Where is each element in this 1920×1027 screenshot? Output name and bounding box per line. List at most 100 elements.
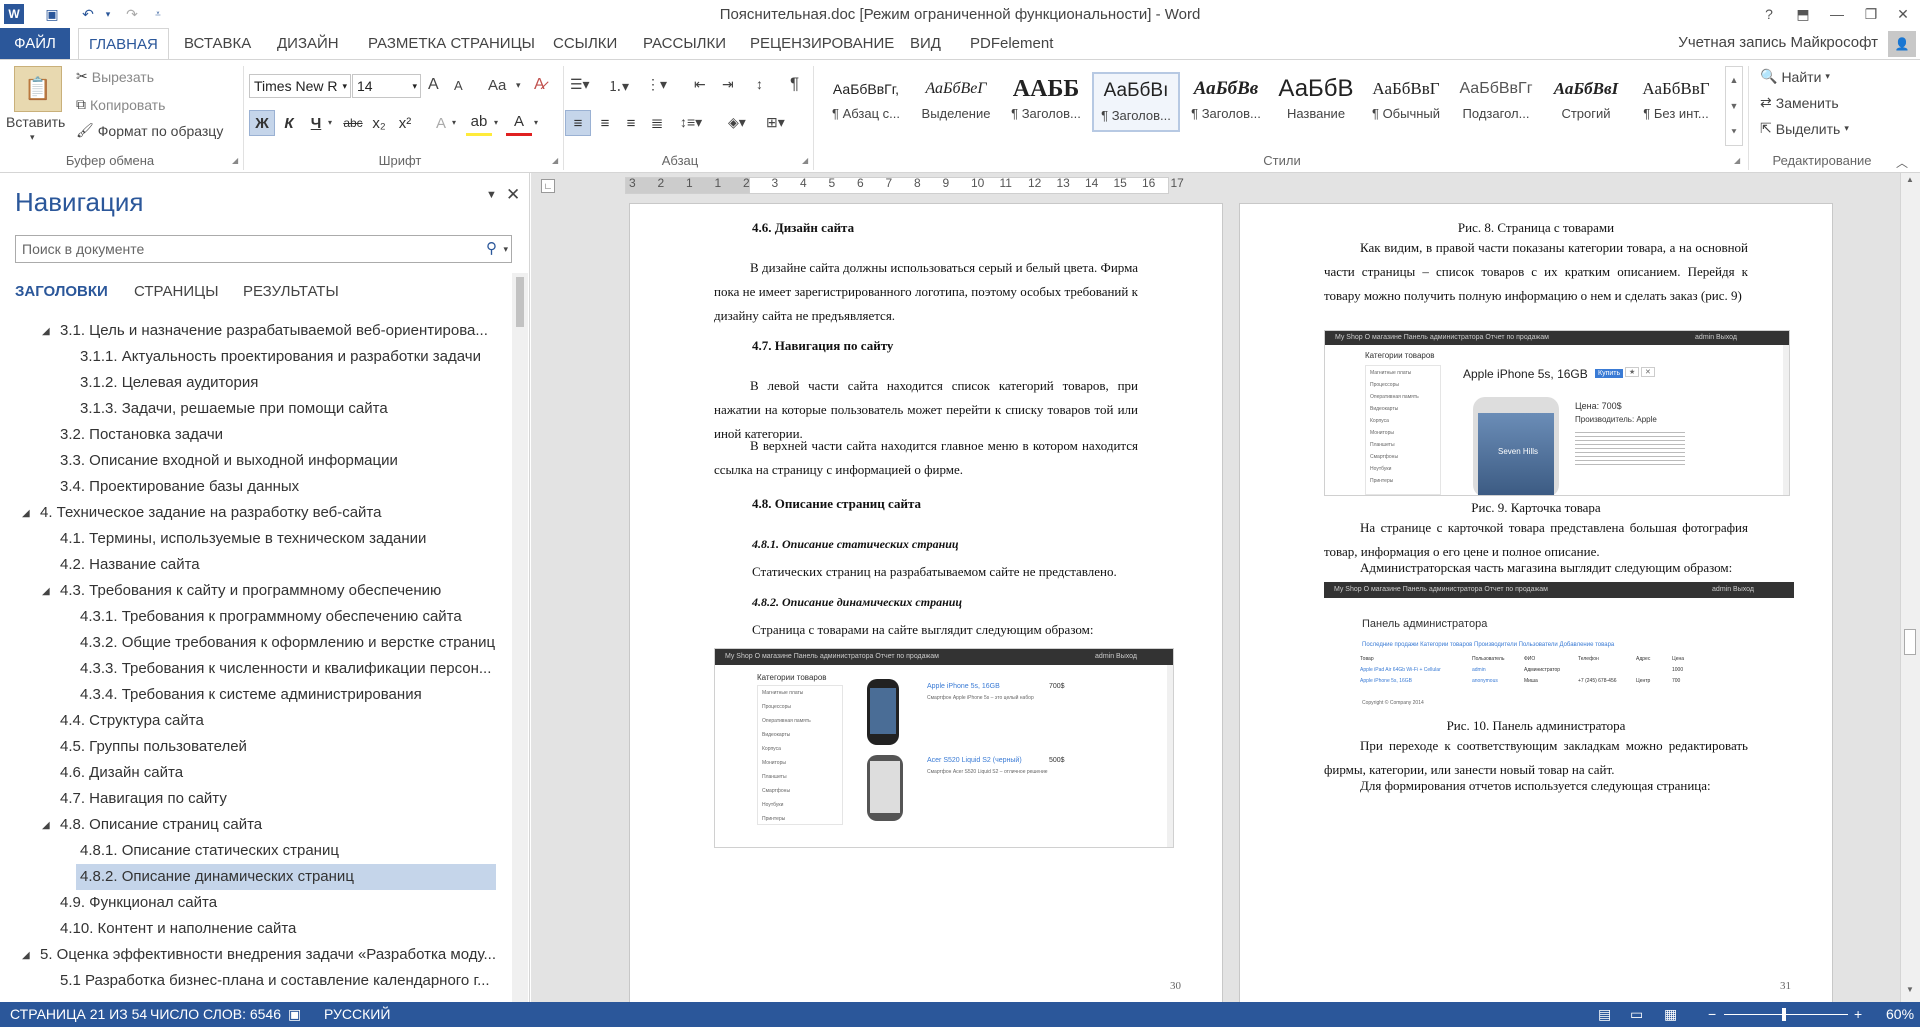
collapse-icon[interactable]: ◢ (42, 820, 50, 831)
replace-button[interactable]: ⇄ Заменить (1760, 94, 1839, 111)
nav-heading-item[interactable]: 5. Оценка эффективности внедрения задачи… (36, 942, 496, 968)
nav-heading-item[interactable]: 3.1. Цель и назначение разрабатываемой в… (56, 318, 496, 344)
font-size-box[interactable]: 14 ▾ (352, 74, 421, 98)
close-icon[interactable]: ✕ (506, 185, 520, 205)
style-9[interactable]: АаБбВвГ ¶ Без инт... (1632, 72, 1720, 132)
style-2[interactable]: ААББ ¶ Заголов... (1002, 72, 1090, 132)
change-case-icon[interactable]: Aa (488, 77, 506, 94)
tab-selector-icon[interactable]: ∟ (541, 179, 555, 193)
paste-icon[interactable]: 📋 (14, 66, 62, 112)
style-5[interactable]: АаБбВ Название (1272, 72, 1360, 132)
tab-pages[interactable]: СТРАНИЦЫ (134, 283, 219, 300)
zoom-out-icon[interactable]: − (1708, 1006, 1716, 1022)
tab-home[interactable]: ГЛАВНАЯ (78, 28, 169, 60)
style-6[interactable]: АаБбВвГ ¶ Обычный (1362, 72, 1450, 132)
paste-dropdown-icon[interactable]: ▾ (30, 132, 35, 143)
horizontal-ruler[interactable]: ∟ 3 2 1 1 2 3 4 5 6 7 8 9 10 11 12 13 14 15 16 17 (531, 173, 1900, 198)
grow-font-icon[interactable]: A (428, 76, 439, 94)
minimize-button[interactable]: — (1822, 2, 1852, 26)
multilevel-list-icon[interactable]: ⋮▾ (646, 76, 667, 93)
show-marks-button[interactable]: ¶ (790, 74, 799, 94)
style-1[interactable]: АаБбВеГ Выделение (912, 72, 1000, 132)
find-button[interactable]: 🔍 Найти ▾ (1760, 68, 1830, 85)
nav-heading-item[interactable]: 3.2. Постановка задачи (56, 422, 496, 448)
select-button[interactable]: ⇱ Выделить ▾ (1760, 120, 1849, 137)
italic-button[interactable]: К (276, 110, 302, 136)
cut-button[interactable]: ✂ Вырезать (76, 68, 154, 85)
nav-heading-item[interactable]: 4.3.2. Общие требования к оформлению и в… (76, 630, 496, 656)
increase-indent-icon[interactable]: ⇥ (722, 76, 734, 93)
nav-heading-item[interactable]: 4.8.2. Описание динамических страниц (76, 864, 496, 890)
borders-icon[interactable]: ⊞▾ (766, 114, 785, 131)
tab-references[interactable]: ССЫЛКИ (543, 28, 627, 59)
decrease-indent-icon[interactable]: ⇤ (694, 76, 706, 93)
style-4[interactable]: АаБбВв ¶ Заголов... (1182, 72, 1270, 132)
nav-heading-item[interactable]: 4.1. Термины, используемые в техническом… (56, 526, 496, 552)
bullets-icon[interactable]: ☰▾ (570, 76, 590, 93)
format-painter-button[interactable]: 🖌 Формат по образцу (76, 122, 223, 139)
numbering-icon[interactable]: ⒈▾ (608, 76, 629, 96)
tab-insert[interactable]: ВСТАВКА (174, 28, 261, 59)
text-effects-icon[interactable]: A (428, 110, 454, 136)
underline-button[interactable]: Ч (303, 110, 329, 136)
chevron-down-icon[interactable]: ▾ (452, 118, 456, 127)
align-right-icon[interactable]: ≡ (618, 110, 644, 136)
nav-heading-item[interactable]: 3.3. Описание входной и выходной информа… (56, 448, 496, 474)
page-30[interactable]: 4.6. Дизайн сайта В дизайне сайта должны… (629, 203, 1223, 1003)
copy-button[interactable]: ⧉ Копировать (76, 96, 165, 113)
tab-headings[interactable]: ЗАГОЛОВКИ (15, 283, 108, 300)
word-count[interactable]: ЧИСЛО СЛОВ: 6546 (150, 1006, 281, 1022)
style-0[interactable]: АаБбВвГг, ¶ Абзац с... (822, 72, 910, 132)
font-name-box[interactable]: Times New R ▾ (249, 74, 351, 98)
scroll-down-icon[interactable]: ▼ (1906, 985, 1914, 994)
align-left-icon[interactable]: ≡ (565, 110, 591, 136)
search-input[interactable]: Поиск в документе ⚲ ▾ (15, 235, 512, 263)
styles-scroll[interactable]: ▲ ▼ ⯆ (1725, 66, 1743, 146)
nav-heading-item[interactable]: 3.1.3. Задачи, решаемые при помощи сайта (76, 396, 496, 422)
nav-heading-item[interactable]: 4.10. Контент и наполнение сайта (56, 916, 496, 942)
nav-heading-item[interactable]: 4.9. Функционал сайта (56, 890, 496, 916)
align-center-icon[interactable]: ≡ (592, 110, 618, 136)
nav-heading-item[interactable]: 4.3. Требования к сайту и программному о… (56, 578, 496, 604)
ribbon-display-options-icon[interactable]: ⬒ (1788, 2, 1818, 26)
page-31[interactable]: Рис. 8. Страница с товарами Как видим, в… (1239, 203, 1833, 1003)
subscript-button[interactable]: x₂ (366, 110, 392, 136)
shrink-font-icon[interactable]: A (454, 78, 463, 93)
nav-heading-item[interactable]: 5.1 Разработка бизнес-плана и составлени… (56, 968, 496, 994)
superscript-button[interactable]: x² (392, 110, 418, 136)
strikethrough-button[interactable]: abc (340, 110, 366, 136)
chevron-down-icon[interactable]: ▾ (328, 118, 332, 127)
page-counter[interactable]: СТРАНИЦА 21 ИЗ 54 (10, 1006, 147, 1022)
nav-heading-item[interactable]: 4.3.1. Требования к программному обеспеч… (76, 604, 496, 630)
zoom-thumb[interactable] (1782, 1008, 1786, 1021)
tab-view[interactable]: ВИД (900, 28, 951, 59)
collapse-icon[interactable]: ◢ (22, 950, 30, 961)
nav-heading-item[interactable]: 4. Техническое задание на разработку веб… (36, 500, 496, 526)
dialog-launcher-icon[interactable]: ◢ (1734, 156, 1740, 165)
language[interactable]: РУССКИЙ (324, 1006, 390, 1022)
scroll-thumb[interactable] (1904, 629, 1916, 655)
read-mode-icon[interactable]: ▤ (1598, 1006, 1611, 1023)
search-icon[interactable]: ⚲ (486, 236, 497, 262)
nav-heading-item[interactable]: 4.2. Название сайта (56, 552, 496, 578)
tab-layout[interactable]: РАЗМЕТКА СТРАНИЦЫ (358, 28, 545, 59)
nav-heading-item[interactable]: 4.3.4. Требования к системе администриро… (76, 682, 496, 708)
print-layout-icon[interactable]: ▭ (1630, 1006, 1643, 1023)
tab-review[interactable]: РЕЦЕНЗИРОВАНИЕ (740, 28, 904, 59)
collapse-icon[interactable]: ◢ (42, 326, 50, 337)
style-3[interactable]: АаБбВı ¶ Заголов... (1092, 72, 1180, 132)
nav-heading-item[interactable]: 4.8.1. Описание статических страниц (76, 838, 496, 864)
help-icon[interactable]: ? (1754, 2, 1784, 26)
justify-icon[interactable]: ≣ (644, 110, 670, 136)
nav-heading-item[interactable]: 4.3.3. Требования к численности и квалиф… (76, 656, 496, 682)
tab-design[interactable]: ДИЗАЙН (267, 28, 349, 59)
nav-options-icon[interactable]: ▼ (486, 189, 497, 201)
clear-formatting-icon[interactable]: A̷ (534, 76, 545, 94)
nav-heading-item[interactable]: 4.5. Группы пользователей (56, 734, 496, 760)
tab-mailings[interactable]: РАССЫЛКИ (633, 28, 736, 59)
chevron-down-icon[interactable]: ▾ (494, 118, 498, 127)
collapse-icon[interactable]: ◢ (22, 508, 30, 519)
nav-heading-item[interactable]: 3.1.1. Актуальность проектирования и раз… (76, 344, 496, 370)
shading-icon[interactable]: ◈▾ (728, 114, 746, 131)
scroll-thumb[interactable] (516, 277, 524, 327)
